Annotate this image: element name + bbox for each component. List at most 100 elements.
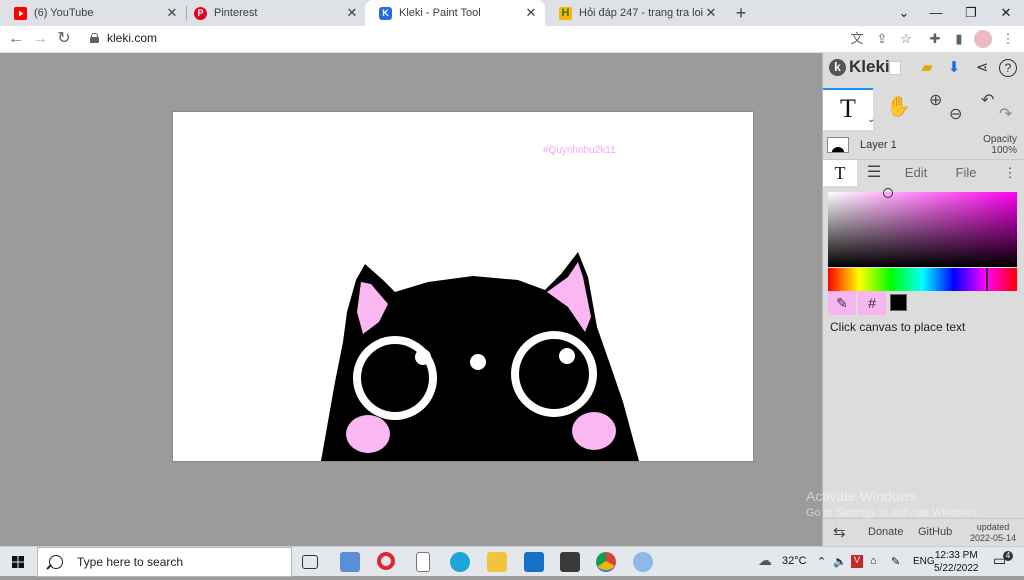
windows-start-icon[interactable] <box>0 547 36 577</box>
weather-icon[interactable]: ☁ <box>758 552 772 569</box>
tool-dropdown-icon[interactable]: ⌄ <box>867 114 875 125</box>
close-tab-icon[interactable]: ✕ <box>164 5 180 21</box>
opera-icon[interactable] <box>377 552 395 570</box>
new-tab-button[interactable]: + <box>731 3 751 23</box>
share-icon[interactable]: ⋖ <box>972 58 992 78</box>
vpn-icon[interactable]: V <box>851 555 863 568</box>
pen-icon[interactable]: ✎ <box>891 555 900 568</box>
current-color-swatch[interactable] <box>890 294 907 311</box>
tab-layers[interactable]: ☰ <box>857 160 891 186</box>
color-row: ✎ # <box>828 291 1017 315</box>
download-icon[interactable]: ⬇ <box>944 58 964 78</box>
github-link[interactable]: GitHub <box>918 526 952 538</box>
close-window-button[interactable]: ✕ <box>995 3 1017 23</box>
tab-title: Pinterest <box>214 7 258 19</box>
restore-button[interactable]: ❐ <box>960 3 982 23</box>
pinterest-icon: P <box>194 6 207 20</box>
tab-youtube[interactable]: (6) YouTube ✕ <box>0 0 186 26</box>
layer-opacity: Opacity 100% <box>983 134 1017 156</box>
app-icon-gallery[interactable] <box>340 552 360 572</box>
edge-icon[interactable] <box>450 552 470 572</box>
windows-taskbar: Type here to search ☁ 32°C ⌃ 🔈 V ⌂ ✎ ENG… <box>0 546 1024 577</box>
close-tab-icon[interactable]: ✕ <box>344 5 360 21</box>
extensions-icon[interactable]: ✚ <box>926 30 944 48</box>
new-image-icon[interactable] <box>889 61 901 75</box>
open-folder-icon[interactable]: ▰ <box>917 58 937 78</box>
drawing-canvas[interactable]: #Quynhnhu2k11 <box>173 112 753 461</box>
updated-label: updated <box>976 522 1010 532</box>
swap-sides-icon[interactable]: ⇆ <box>833 523 846 541</box>
kleki-logo-text: Kleki <box>849 57 890 76</box>
store-icon[interactable] <box>560 552 580 572</box>
close-tab-icon[interactable]: ✕ <box>703 5 719 21</box>
activate-windows-title: Activate Windows <box>806 488 917 504</box>
forward-icon[interactable]: → <box>30 29 50 49</box>
kleki-icon: K <box>379 6 392 20</box>
updated-date: 2022-05-14 <box>969 533 1016 543</box>
layer-name: Layer 1 <box>860 139 897 151</box>
tab-pinterest[interactable]: P Pinterest ✕ <box>180 0 366 26</box>
kleki-logo[interactable]: k Kleki <box>829 57 890 77</box>
opacity-label: Opacity <box>983 134 1017 145</box>
hand-tool-icon[interactable]: ✋ <box>886 94 911 119</box>
weather-temperature[interactable]: 32°C <box>782 555 807 567</box>
picker-cursor[interactable] <box>883 188 893 198</box>
translate-icon[interactable]: 文 <box>848 30 866 48</box>
url-text: kleki.com <box>107 31 158 45</box>
undo-icon[interactable]: ↶ <box>981 90 994 110</box>
tab-hoidap[interactable]: H Hỏi đáp 247 - trang tra loi ✕ <box>545 0 725 26</box>
paint-app-icon[interactable] <box>633 552 653 572</box>
file-icon[interactable] <box>416 552 430 572</box>
color-picker-field[interactable] <box>828 188 1017 267</box>
file-explorer-icon[interactable] <box>487 552 507 572</box>
opacity-value: 100% <box>991 145 1017 156</box>
updated-info: updated 2022-05-14 <box>970 522 1016 544</box>
tab-title: Kleki - Paint Tool <box>399 7 481 19</box>
chrome-icon[interactable] <box>596 552 616 572</box>
minimize-button[interactable]: — <box>925 3 947 23</box>
zoom-out-icon[interactable]: ⊖ <box>949 104 962 124</box>
hue-slider[interactable] <box>828 268 1017 291</box>
lock-icon <box>90 33 99 43</box>
hex-input-button[interactable]: # <box>858 291 886 315</box>
profile-avatar[interactable] <box>974 30 992 48</box>
language-indicator[interactable]: ENG <box>913 556 935 567</box>
taskbar-search-box[interactable]: Type here to search <box>37 547 292 577</box>
address-bar: ← → ↻ kleki.com 文 ⇪ ☆ ✚ ▮ ⋮ <box>0 26 1024 53</box>
tab-file[interactable]: File <box>941 160 991 186</box>
tray-chevron-icon[interactable]: ⌃ <box>817 555 826 568</box>
mail-icon[interactable] <box>524 552 544 572</box>
side-panel-icon[interactable]: ▮ <box>950 30 968 48</box>
close-tab-icon[interactable]: ✕ <box>523 5 539 21</box>
hue-slider-handle[interactable] <box>986 268 988 291</box>
more-icon[interactable]: ⋮ <box>999 160 1021 186</box>
tab-search-icon[interactable]: ⌄ <box>893 3 915 23</box>
donate-link[interactable]: Donate <box>868 526 903 538</box>
activate-windows-subtitle: Go to Settings to activate Windows. <box>806 507 980 519</box>
reload-icon[interactable]: ↻ <box>54 29 74 49</box>
share-icon[interactable]: ⇪ <box>873 30 891 48</box>
network-icon[interactable]: ⌂ <box>870 555 877 567</box>
redo-icon[interactable]: ↷ <box>999 104 1012 124</box>
text-tool-icon[interactable]: T <box>823 88 873 130</box>
zoom-in-icon[interactable]: ⊕ <box>929 90 942 110</box>
notification-count: 4 <box>1003 551 1013 561</box>
taskbar-clock[interactable]: 12:33 PM 5/22/2022 <box>934 549 979 575</box>
url-field[interactable]: kleki.com <box>90 31 157 45</box>
tool-hint: Click canvas to place text <box>830 320 966 334</box>
tab-kleki[interactable]: K Kleki - Paint Tool ✕ <box>365 0 545 26</box>
menu-kebab-icon[interactable]: ⋮ <box>999 30 1017 48</box>
bookmark-star-icon[interactable]: ☆ <box>897 30 915 48</box>
search-icon <box>49 555 63 569</box>
drawing-workspace[interactable]: #Quynhnhu2k11 <box>0 53 822 546</box>
tab-edit[interactable]: Edit <box>891 160 941 186</box>
back-icon[interactable]: ← <box>6 29 26 49</box>
help-icon[interactable]: ? <box>999 59 1017 77</box>
tab-text-tool[interactable]: T <box>823 160 857 186</box>
eyedropper-icon[interactable]: ✎ <box>828 291 856 315</box>
black-cat-drawing <box>321 252 639 461</box>
volume-icon[interactable]: 🔈 <box>833 555 847 568</box>
task-view-icon[interactable] <box>302 555 318 569</box>
search-placeholder: Type here to search <box>77 555 184 569</box>
layer-row[interactable]: Layer 1 Opacity 100% <box>823 133 1024 159</box>
